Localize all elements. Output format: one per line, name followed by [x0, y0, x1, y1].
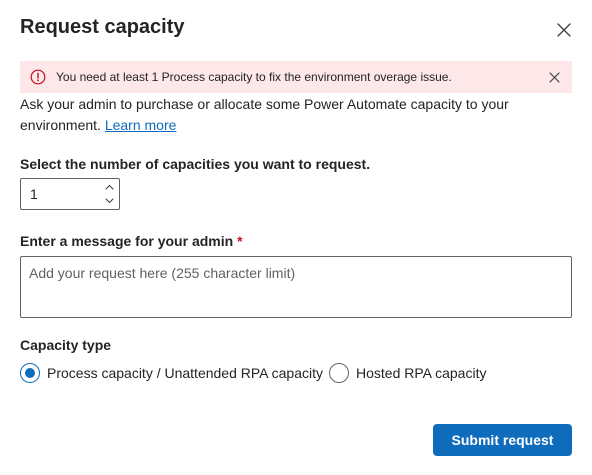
learn-more-link[interactable]: Learn more: [105, 117, 177, 133]
capacity-count-label: Select the number of capacities you want…: [20, 156, 371, 172]
dialog-close-button[interactable]: [552, 18, 576, 42]
submit-request-button[interactable]: Submit request: [433, 424, 572, 456]
message-label: Enter a message for your admin *: [20, 233, 243, 249]
message-textarea[interactable]: Add your request here (255 character lim…: [20, 256, 572, 318]
banner-message: You need at least 1 Process capacity to …: [56, 70, 452, 84]
close-icon: [557, 23, 571, 37]
message-label-text: Enter a message for your admin: [20, 233, 234, 249]
error-circle-icon: [30, 69, 46, 85]
description: Ask your admin to purchase or allocate s…: [20, 94, 540, 136]
capacity-count-stepper[interactable]: 1: [20, 178, 120, 210]
radio-button-checked[interactable]: [20, 363, 40, 383]
banner-dismiss-button[interactable]: [546, 69, 562, 85]
chevron-down-icon: [104, 198, 114, 204]
error-banner: You need at least 1 Process capacity to …: [20, 61, 572, 93]
radio-hosted-rpa-capacity[interactable]: Hosted RPA capacity: [329, 361, 486, 385]
capacity-type-label: Capacity type: [20, 337, 112, 353]
radio-label: Process capacity / Unattended RPA capaci…: [47, 365, 323, 381]
request-capacity-dialog: Request capacity You need at least 1 Pro…: [0, 0, 592, 475]
message-placeholder: Add your request here (255 character lim…: [29, 265, 296, 281]
close-icon: [548, 71, 560, 83]
radio-button-unchecked[interactable]: [329, 363, 349, 383]
dialog-title: Request capacity: [20, 16, 185, 38]
description-text: Ask your admin to purchase or allocate s…: [20, 96, 509, 133]
required-marker: *: [237, 233, 243, 249]
increment-button[interactable]: [101, 180, 117, 194]
capacity-count-value[interactable]: 1: [30, 186, 38, 202]
radio-process-capacity[interactable]: Process capacity / Unattended RPA capaci…: [20, 361, 323, 385]
chevron-up-icon: [104, 184, 114, 190]
radio-label: Hosted RPA capacity: [356, 365, 487, 381]
decrement-button[interactable]: [101, 194, 117, 208]
